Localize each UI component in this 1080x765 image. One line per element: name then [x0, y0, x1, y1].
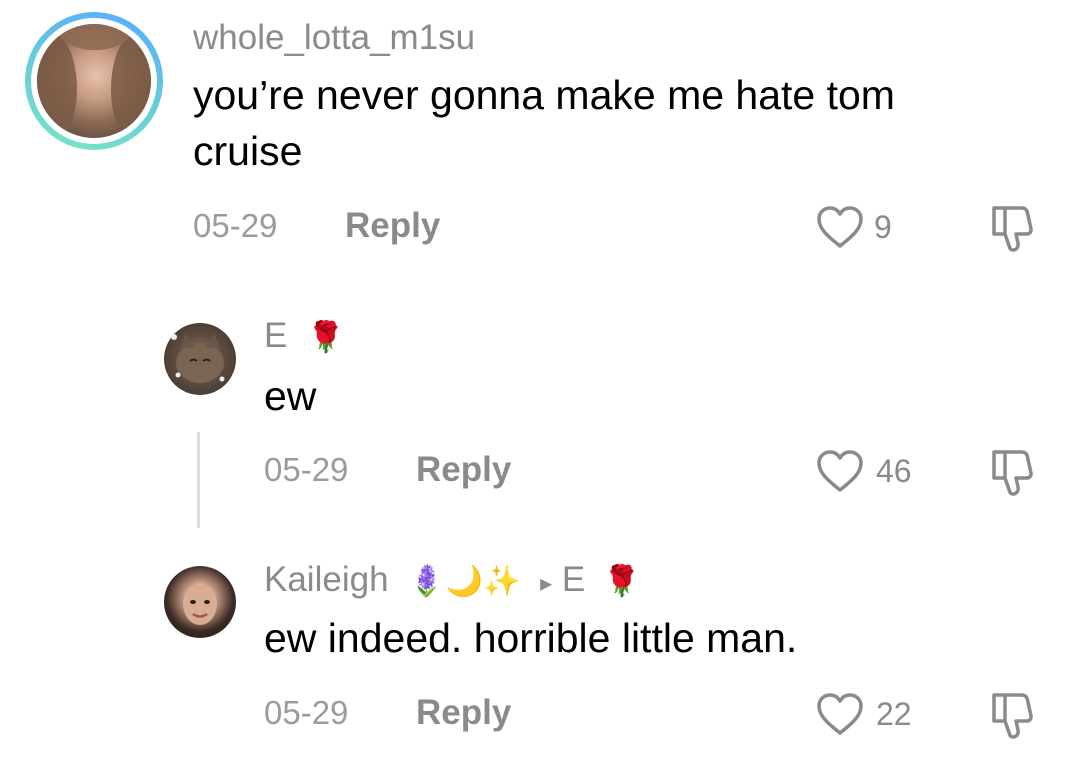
reply-to-arrow-icon: ▸: [540, 570, 553, 597]
comment-username[interactable]: whole_lotta_m1su: [193, 18, 475, 58]
comment-text: you’re never gonna make me hate tom crui…: [193, 67, 895, 179]
face-photo: [183, 583, 217, 625]
thumbs-down-icon: [992, 206, 1033, 252]
like-count: 22: [876, 696, 912, 732]
comment-date: 05-29: [264, 694, 349, 731]
avatar-ring-gap: [31, 18, 157, 144]
reply-to-username[interactable]: E: [562, 560, 585, 599]
avatar-e[interactable]: [164, 323, 236, 395]
dislike-button[interactable]: [988, 690, 1040, 740]
like-count: 9: [874, 209, 892, 245]
like-button[interactable]: [816, 205, 864, 249]
like-button[interactable]: [816, 692, 864, 736]
comment-text-line: cruise: [193, 128, 303, 174]
username-text[interactable]: E: [264, 316, 287, 355]
reply-button[interactable]: Reply: [416, 450, 511, 490]
thumbs-down-icon: [992, 693, 1033, 739]
reply-button[interactable]: Reply: [416, 693, 511, 733]
cat-photo: [171, 333, 225, 383]
comment-text-line: you’re never gonna make me hate tom: [193, 72, 895, 118]
heart-icon: [817, 693, 863, 735]
avatar-whole-lotta-m1su[interactable]: [25, 12, 163, 150]
dislike-button[interactable]: [988, 447, 1040, 497]
avatar-kaileigh[interactable]: [164, 566, 236, 638]
comment-text: ew: [264, 373, 317, 419]
reply-button[interactable]: Reply: [345, 206, 440, 246]
username-emojis: 🪻🌙✨: [408, 565, 521, 598]
comment-date: 05-29: [193, 207, 278, 244]
comment-date: 05-29: [264, 451, 349, 488]
thumbs-down-icon: [992, 450, 1033, 496]
rose-emoji: 🌹: [307, 321, 345, 354]
like-count: 46: [876, 453, 912, 489]
like-button[interactable]: [816, 449, 864, 493]
comment-username: Kaileigh 🪻🌙✨ ▸ E 🌹: [264, 560, 640, 600]
comment-text: ew indeed. horrible little man.: [264, 615, 798, 661]
avatar-photo: [37, 24, 151, 138]
dislike-button[interactable]: [988, 203, 1040, 253]
thread-line: [197, 432, 200, 528]
username-text[interactable]: Kaileigh: [264, 560, 389, 599]
rose-emoji: 🌹: [602, 565, 641, 598]
heart-icon: [817, 450, 863, 492]
heart-icon: [817, 206, 863, 248]
comment-username: E 🌹: [264, 316, 344, 356]
